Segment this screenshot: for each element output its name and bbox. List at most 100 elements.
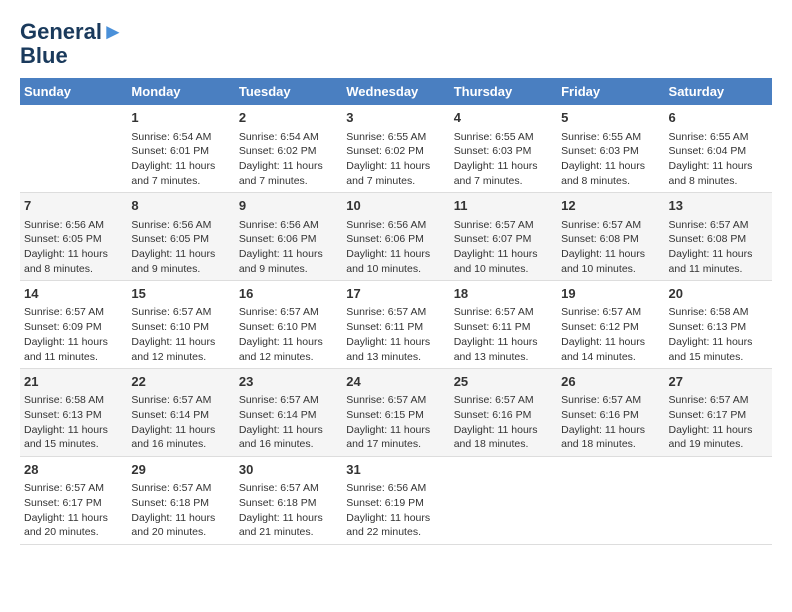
day-info: Sunrise: 6:56 AM Sunset: 6:19 PM Dayligh… bbox=[346, 481, 445, 540]
day-number: 20 bbox=[669, 285, 768, 303]
header-day-thursday: Thursday bbox=[450, 78, 557, 105]
day-info: Sunrise: 6:57 AM Sunset: 6:17 PM Dayligh… bbox=[24, 481, 123, 540]
day-number: 22 bbox=[131, 373, 230, 391]
calendar-week-row: 28 Sunrise: 6:57 AM Sunset: 6:17 PM Dayli… bbox=[20, 457, 772, 545]
day-info: Sunrise: 6:57 AM Sunset: 6:08 PM Dayligh… bbox=[669, 218, 768, 277]
calendar-cell: 19Sunrise: 6:57 AM Sunset: 6:12 PM Dayli… bbox=[557, 281, 664, 369]
calendar-cell: 29 Sunrise: 6:57 AM Sunset: 6:18 PM Dayli… bbox=[127, 457, 234, 545]
day-info: Sunrise: 6:57 AM Sunset: 6:09 PM Dayligh… bbox=[24, 305, 123, 364]
day-number: 17 bbox=[346, 285, 445, 303]
calendar-cell bbox=[20, 105, 127, 192]
calendar-week-row: 7Sunrise: 6:56 AM Sunset: 6:05 PM Daylig… bbox=[20, 193, 772, 281]
day-number: 28 bbox=[24, 461, 123, 479]
calendar-cell: 14 Sunrise: 6:57 AM Sunset: 6:09 PM Dayli… bbox=[20, 281, 127, 369]
header-day-tuesday: Tuesday bbox=[235, 78, 342, 105]
day-info: Sunrise: 6:57 AM Sunset: 6:07 PM Dayligh… bbox=[454, 218, 553, 277]
day-number: 30 bbox=[239, 461, 338, 479]
day-number: 25 bbox=[454, 373, 553, 391]
day-number: 21 bbox=[24, 373, 123, 391]
day-info: Sunrise: 6:57 AM Sunset: 6:14 PM Dayligh… bbox=[239, 393, 338, 452]
day-info: Sunrise: 6:57 AM Sunset: 6:11 PM Dayligh… bbox=[454, 305, 553, 364]
calendar-cell: 8 Sunrise: 6:56 AM Sunset: 6:05 PM Daylig… bbox=[127, 193, 234, 281]
page-header: General►Blue bbox=[20, 20, 772, 68]
day-info: Sunrise: 6:58 AM Sunset: 6:13 PM Dayligh… bbox=[24, 393, 123, 452]
day-info: Sunrise: 6:54 AM Sunset: 6:02 PM Dayligh… bbox=[239, 130, 338, 189]
calendar-cell: 20 Sunrise: 6:58 AM Sunset: 6:13 PM Dayli… bbox=[665, 281, 772, 369]
calendar-cell: 15 Sunrise: 6:57 AM Sunset: 6:10 PM Dayli… bbox=[127, 281, 234, 369]
day-info: Sunrise: 6:55 AM Sunset: 6:03 PM Dayligh… bbox=[561, 130, 660, 189]
day-number: 11 bbox=[454, 197, 553, 215]
day-info: Sunrise: 6:57 AM Sunset: 6:08 PM Dayligh… bbox=[561, 218, 660, 277]
header-day-friday: Friday bbox=[557, 78, 664, 105]
day-info: Sunrise: 6:55 AM Sunset: 6:02 PM Dayligh… bbox=[346, 130, 445, 189]
day-number: 24 bbox=[346, 373, 445, 391]
day-info: Sunrise: 6:57 AM Sunset: 6:16 PM Dayligh… bbox=[561, 393, 660, 452]
calendar-cell: 17 Sunrise: 6:57 AM Sunset: 6:11 PM Dayli… bbox=[342, 281, 449, 369]
calendar-cell: 10Sunrise: 6:56 AM Sunset: 6:06 PM Dayli… bbox=[342, 193, 449, 281]
calendar-cell: 25 Sunrise: 6:57 AM Sunset: 6:16 PM Dayli… bbox=[450, 369, 557, 457]
calendar-cell: 2Sunrise: 6:54 AM Sunset: 6:02 PM Daylig… bbox=[235, 105, 342, 192]
calendar-cell bbox=[450, 457, 557, 545]
day-number: 23 bbox=[239, 373, 338, 391]
day-info: Sunrise: 6:57 AM Sunset: 6:14 PM Dayligh… bbox=[131, 393, 230, 452]
day-info: Sunrise: 6:56 AM Sunset: 6:05 PM Dayligh… bbox=[24, 218, 123, 277]
calendar-cell bbox=[665, 457, 772, 545]
calendar-header-row: SundayMondayTuesdayWednesdayThursdayFrid… bbox=[20, 78, 772, 105]
day-number: 19 bbox=[561, 285, 660, 303]
header-day-wednesday: Wednesday bbox=[342, 78, 449, 105]
day-info: Sunrise: 6:57 AM Sunset: 6:18 PM Dayligh… bbox=[239, 481, 338, 540]
day-number: 26 bbox=[561, 373, 660, 391]
day-number: 29 bbox=[131, 461, 230, 479]
calendar-cell: 12 Sunrise: 6:57 AM Sunset: 6:08 PM Dayli… bbox=[557, 193, 664, 281]
day-number: 13 bbox=[669, 197, 768, 215]
header-day-sunday: Sunday bbox=[20, 78, 127, 105]
calendar-cell: 16Sunrise: 6:57 AM Sunset: 6:10 PM Dayli… bbox=[235, 281, 342, 369]
day-info: Sunrise: 6:57 AM Sunset: 6:16 PM Dayligh… bbox=[454, 393, 553, 452]
day-info: Sunrise: 6:57 AM Sunset: 6:11 PM Dayligh… bbox=[346, 305, 445, 364]
calendar-cell: 3 Sunrise: 6:55 AM Sunset: 6:02 PM Daylig… bbox=[342, 105, 449, 192]
day-number: 9 bbox=[239, 197, 338, 215]
calendar-cell: 1 Sunrise: 6:54 AM Sunset: 6:01 PM Daylig… bbox=[127, 105, 234, 192]
logo-text: General►Blue bbox=[20, 20, 124, 68]
day-number: 8 bbox=[131, 197, 230, 215]
calendar-cell: 6 Sunrise: 6:55 AM Sunset: 6:04 PM Daylig… bbox=[665, 105, 772, 192]
calendar-cell: 22 Sunrise: 6:57 AM Sunset: 6:14 PM Dayli… bbox=[127, 369, 234, 457]
calendar-cell: 23 Sunrise: 6:57 AM Sunset: 6:14 PM Dayli… bbox=[235, 369, 342, 457]
calendar-cell: 24 Sunrise: 6:57 AM Sunset: 6:15 PM Dayli… bbox=[342, 369, 449, 457]
calendar-cell: 9 Sunrise: 6:56 AM Sunset: 6:06 PM Daylig… bbox=[235, 193, 342, 281]
calendar-cell: 13 Sunrise: 6:57 AM Sunset: 6:08 PM Dayli… bbox=[665, 193, 772, 281]
day-number: 4 bbox=[454, 109, 553, 127]
calendar-week-row: 21 Sunrise: 6:58 AM Sunset: 6:13 PM Dayli… bbox=[20, 369, 772, 457]
day-number: 14 bbox=[24, 285, 123, 303]
day-info: Sunrise: 6:54 AM Sunset: 6:01 PM Dayligh… bbox=[131, 130, 230, 189]
day-number: 18 bbox=[454, 285, 553, 303]
day-info: Sunrise: 6:56 AM Sunset: 6:06 PM Dayligh… bbox=[239, 218, 338, 277]
day-number: 3 bbox=[346, 109, 445, 127]
day-info: Sunrise: 6:57 AM Sunset: 6:10 PM Dayligh… bbox=[131, 305, 230, 364]
calendar-cell bbox=[557, 457, 664, 545]
day-number: 15 bbox=[131, 285, 230, 303]
day-info: Sunrise: 6:58 AM Sunset: 6:13 PM Dayligh… bbox=[669, 305, 768, 364]
calendar-cell: 26 Sunrise: 6:57 AM Sunset: 6:16 PM Dayli… bbox=[557, 369, 664, 457]
header-day-saturday: Saturday bbox=[665, 78, 772, 105]
day-info: Sunrise: 6:57 AM Sunset: 6:17 PM Dayligh… bbox=[669, 393, 768, 452]
day-info: Sunrise: 6:56 AM Sunset: 6:05 PM Dayligh… bbox=[131, 218, 230, 277]
calendar-cell: 21 Sunrise: 6:58 AM Sunset: 6:13 PM Dayli… bbox=[20, 369, 127, 457]
day-info: Sunrise: 6:57 AM Sunset: 6:15 PM Dayligh… bbox=[346, 393, 445, 452]
day-info: Sunrise: 6:57 AM Sunset: 6:18 PM Dayligh… bbox=[131, 481, 230, 540]
day-info: Sunrise: 6:55 AM Sunset: 6:04 PM Dayligh… bbox=[669, 130, 768, 189]
day-number: 1 bbox=[131, 109, 230, 127]
day-number: 31 bbox=[346, 461, 445, 479]
day-number: 27 bbox=[669, 373, 768, 391]
calendar-cell: 4Sunrise: 6:55 AM Sunset: 6:03 PM Daylig… bbox=[450, 105, 557, 192]
calendar-cell: 31 Sunrise: 6:56 AM Sunset: 6:19 PM Dayli… bbox=[342, 457, 449, 545]
day-number: 6 bbox=[669, 109, 768, 127]
calendar-cell: 5Sunrise: 6:55 AM Sunset: 6:03 PM Daylig… bbox=[557, 105, 664, 192]
day-info: Sunrise: 6:57 AM Sunset: 6:10 PM Dayligh… bbox=[239, 305, 338, 364]
calendar-table: SundayMondayTuesdayWednesdayThursdayFrid… bbox=[20, 78, 772, 545]
day-info: Sunrise: 6:56 AM Sunset: 6:06 PM Dayligh… bbox=[346, 218, 445, 277]
header-day-monday: Monday bbox=[127, 78, 234, 105]
day-number: 12 bbox=[561, 197, 660, 215]
calendar-week-row: 1 Sunrise: 6:54 AM Sunset: 6:01 PM Daylig… bbox=[20, 105, 772, 192]
calendar-cell: 27 Sunrise: 6:57 AM Sunset: 6:17 PM Dayli… bbox=[665, 369, 772, 457]
